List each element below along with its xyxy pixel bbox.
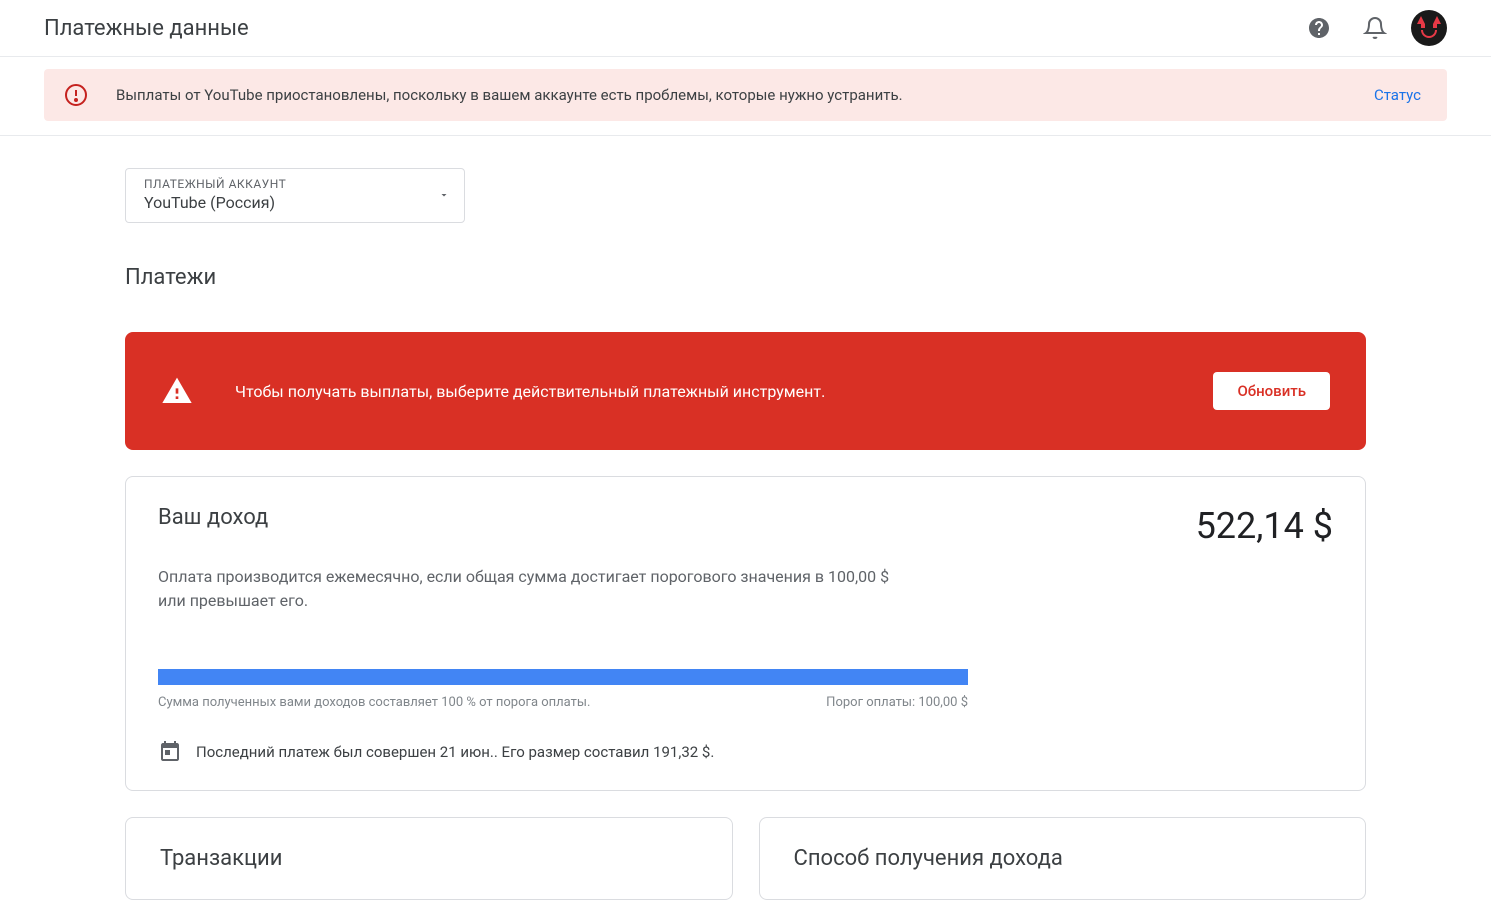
progress-left-label: Сумма полученных вами доходов составляет… <box>158 695 590 710</box>
notifications-button[interactable] <box>1355 8 1395 48</box>
error-icon <box>64 83 88 107</box>
alert-content: Выплаты от YouTube приостановлены, поско… <box>64 83 903 107</box>
payment-method-title: Способ получения дохода <box>794 846 1332 871</box>
income-subtitle: Оплата производится ежемесячно, если общ… <box>158 565 898 613</box>
chevron-down-icon <box>438 189 450 201</box>
help-icon <box>1307 16 1331 40</box>
income-card-title: Ваш доход <box>158 505 268 530</box>
account-select-value: YouTube (Россия) <box>144 193 286 212</box>
calendar-icon <box>158 740 182 764</box>
status-link[interactable]: Статус <box>1374 86 1421 104</box>
alert-text: Выплаты от YouTube приостановлены, поско… <box>116 86 903 104</box>
alert-banner: Выплаты от YouTube приостановлены, поско… <box>44 69 1447 121</box>
income-card: Ваш доход 522,14 $ Оплата производится е… <box>125 476 1366 791</box>
warning-text: Чтобы получать выплаты, выберите действи… <box>235 382 825 401</box>
main-content: ПЛАТЕЖНЫЙ АККАУНТ YouTube (Россия) Плате… <box>125 136 1366 900</box>
header-actions <box>1299 8 1447 48</box>
user-avatar[interactable] <box>1411 10 1447 46</box>
account-select-dropdown[interactable]: ПЛАТЕЖНЫЙ АККАУНТ YouTube (Россия) <box>125 168 465 223</box>
update-button[interactable]: Обновить <box>1213 372 1330 410</box>
transactions-card[interactable]: Транзакции <box>125 817 733 900</box>
warning-icon <box>161 375 193 407</box>
payment-method-card[interactable]: Способ получения дохода <box>759 817 1367 900</box>
payment-warning-banner: Чтобы получать выплаты, выберите действи… <box>125 332 1366 450</box>
progress-right-label: Порог оплаты: 100,00 $ <box>826 695 968 710</box>
transactions-title: Транзакции <box>160 846 698 871</box>
income-amount: 522,14 $ <box>1196 505 1333 547</box>
page-title: Платежные данные <box>44 16 249 41</box>
bell-icon <box>1363 16 1387 40</box>
progress-bar <box>158 669 968 685</box>
payments-section-title: Платежи <box>125 265 1366 290</box>
page-header: Платежные данные <box>0 0 1491 57</box>
last-payment-text: Последний платеж был совершен 21 июн.. Е… <box>196 743 714 761</box>
account-select-label: ПЛАТЕЖНЫЙ АККАУНТ <box>144 177 286 191</box>
help-button[interactable] <box>1299 8 1339 48</box>
